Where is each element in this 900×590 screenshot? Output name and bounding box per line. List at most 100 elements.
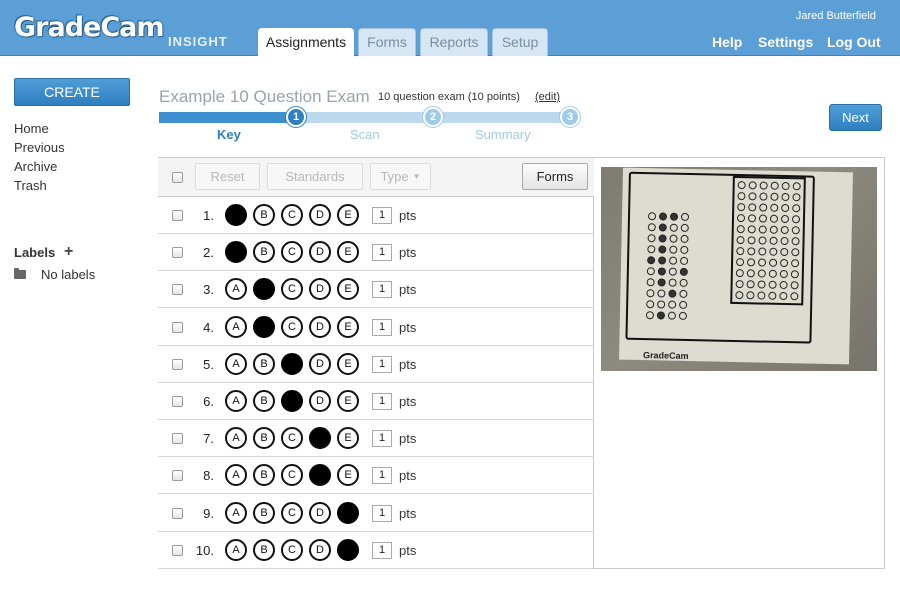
tab-forms[interactable]: Forms xyxy=(358,28,416,56)
tab-setup[interactable]: Setup xyxy=(492,28,548,56)
step-scan-label[interactable]: Scan xyxy=(350,127,380,142)
user-name[interactable]: Jared Butterfield xyxy=(796,10,876,22)
answer-bubble-b[interactable]: B xyxy=(253,427,275,450)
answer-bubble-e[interactable]: E xyxy=(337,241,359,264)
answer-bubble-c[interactable]: C xyxy=(281,390,303,412)
standards-button[interactable]: Standards xyxy=(267,163,363,190)
answer-bubble-a[interactable]: A xyxy=(225,204,247,226)
answer-bubble-d[interactable]: D xyxy=(309,427,331,450)
points-input[interactable]: 1 xyxy=(372,467,392,485)
answer-bubble-e[interactable]: E xyxy=(337,204,359,226)
answer-bubble-c[interactable]: C xyxy=(281,538,303,561)
answer-bubble-d[interactable]: D xyxy=(309,352,331,375)
row-checkbox[interactable] xyxy=(172,247,183,259)
answer-bubble-a[interactable]: A xyxy=(225,538,247,561)
points-input[interactable]: 1 xyxy=(372,207,392,224)
answer-bubble-d[interactable]: D xyxy=(309,538,331,561)
forms-button[interactable]: Forms xyxy=(522,163,588,190)
points-input[interactable]: 1 xyxy=(372,281,392,299)
add-label-icon[interactable]: + xyxy=(64,243,73,261)
answer-bubble-a[interactable]: A xyxy=(225,315,247,338)
row-checkbox[interactable] xyxy=(172,433,183,445)
step-2-circle[interactable]: 2 xyxy=(423,107,443,127)
gradecam-logo[interactable]: GradeCam xyxy=(14,12,165,43)
answer-bubble-c[interactable]: C xyxy=(281,352,303,375)
answer-bubble-e[interactable]: E xyxy=(337,315,359,338)
row-checkbox[interactable] xyxy=(172,321,183,333)
answer-bubble-a[interactable]: A xyxy=(225,390,247,412)
answer-bubble-c[interactable]: C xyxy=(281,278,303,301)
nav-archive[interactable]: Archive xyxy=(14,159,57,174)
answer-bubble-c[interactable]: C xyxy=(281,315,303,338)
answer-bubble-e[interactable]: E xyxy=(337,538,359,561)
answer-bubble-d[interactable]: D xyxy=(309,278,331,301)
step-key-label[interactable]: Key xyxy=(217,127,241,142)
points-input[interactable]: 1 xyxy=(372,430,392,448)
create-button[interactable]: CREATE xyxy=(14,78,130,106)
answer-bubble-e[interactable]: E xyxy=(337,278,359,301)
row-checkbox[interactable] xyxy=(172,210,183,221)
points-input[interactable]: 1 xyxy=(372,504,392,522)
tab-reports[interactable]: Reports xyxy=(420,28,488,56)
answer-bubble-e[interactable]: E xyxy=(337,427,359,450)
logout-link[interactable]: Log Out xyxy=(827,34,881,50)
answer-bubble-b[interactable]: B xyxy=(253,501,275,524)
answer-bubble-b[interactable]: B xyxy=(253,204,275,226)
answer-bubble-b[interactable]: B xyxy=(253,352,275,375)
answer-bubble-e[interactable]: E xyxy=(337,352,359,375)
row-checkbox[interactable] xyxy=(172,396,183,407)
points-input[interactable]: 1 xyxy=(372,541,392,559)
settings-link[interactable]: Settings xyxy=(758,34,813,50)
row-checkbox[interactable] xyxy=(172,284,183,296)
answer-bubble-a[interactable]: A xyxy=(225,241,247,264)
type-dropdown[interactable]: Type ▼ xyxy=(370,163,431,190)
answer-bubble-a[interactable]: A xyxy=(225,352,247,375)
answer-bubble-d[interactable]: D xyxy=(309,315,331,338)
answer-bubble-b[interactable]: B xyxy=(253,390,275,412)
points-input[interactable]: 1 xyxy=(372,318,392,336)
answer-bubble-c[interactable]: C xyxy=(281,241,303,264)
answer-bubble-b[interactable]: B xyxy=(253,464,275,487)
answer-bubble-e[interactable]: E xyxy=(337,390,359,412)
row-checkbox[interactable] xyxy=(172,544,183,556)
step-summary-label[interactable]: Summary xyxy=(475,127,531,142)
scan-bubble xyxy=(770,181,779,190)
reset-button[interactable]: Reset xyxy=(195,163,260,190)
answer-bubble-d[interactable]: D xyxy=(309,501,331,524)
answer-bubble-c[interactable]: C xyxy=(281,427,303,450)
select-all-checkbox[interactable] xyxy=(172,172,183,183)
answer-bubble-b[interactable]: B xyxy=(253,278,275,301)
points-input[interactable]: 1 xyxy=(372,244,392,262)
nav-trash[interactable]: Trash xyxy=(14,178,47,193)
answer-bubble-e[interactable]: E xyxy=(337,464,359,487)
points-input[interactable]: 1 xyxy=(372,355,392,373)
answer-bubble-d[interactable]: D xyxy=(309,390,331,412)
step-3-circle[interactable]: 3 xyxy=(560,107,580,127)
answer-bubble-d[interactable]: D xyxy=(309,464,331,487)
row-checkbox[interactable] xyxy=(172,470,183,482)
answer-bubble-d[interactable]: D xyxy=(309,241,331,264)
answer-bubble-a[interactable]: A xyxy=(225,464,247,487)
row-checkbox[interactable] xyxy=(172,358,183,370)
answer-bubble-b[interactable]: B xyxy=(253,315,275,338)
answer-bubble-a[interactable]: A xyxy=(225,427,247,450)
nav-previous[interactable]: Previous xyxy=(14,140,65,155)
answer-bubble-b[interactable]: B xyxy=(253,538,275,561)
help-link[interactable]: Help xyxy=(712,34,742,50)
answer-bubble-c[interactable]: C xyxy=(281,464,303,487)
points-input[interactable]: 1 xyxy=(372,393,392,410)
step-1-circle[interactable]: 1 xyxy=(286,107,306,127)
row-checkbox[interactable] xyxy=(172,507,183,519)
edit-exam-link[interactable]: (edit) xyxy=(535,91,560,103)
nav-home[interactable]: Home xyxy=(14,121,49,136)
answer-bubble-a[interactable]: A xyxy=(225,501,247,524)
answer-bubble-c[interactable]: C xyxy=(281,501,303,524)
answer-bubble-c[interactable]: C xyxy=(281,204,303,226)
answer-bubble-b[interactable]: B xyxy=(253,241,275,264)
answer-bubble-a[interactable]: A xyxy=(225,278,247,301)
scan-bubble xyxy=(737,181,746,190)
next-button[interactable]: Next xyxy=(829,104,882,131)
answer-bubble-e[interactable]: E xyxy=(337,501,359,524)
answer-bubble-d[interactable]: D xyxy=(309,204,331,226)
tab-assignments[interactable]: Assignments xyxy=(258,28,354,57)
